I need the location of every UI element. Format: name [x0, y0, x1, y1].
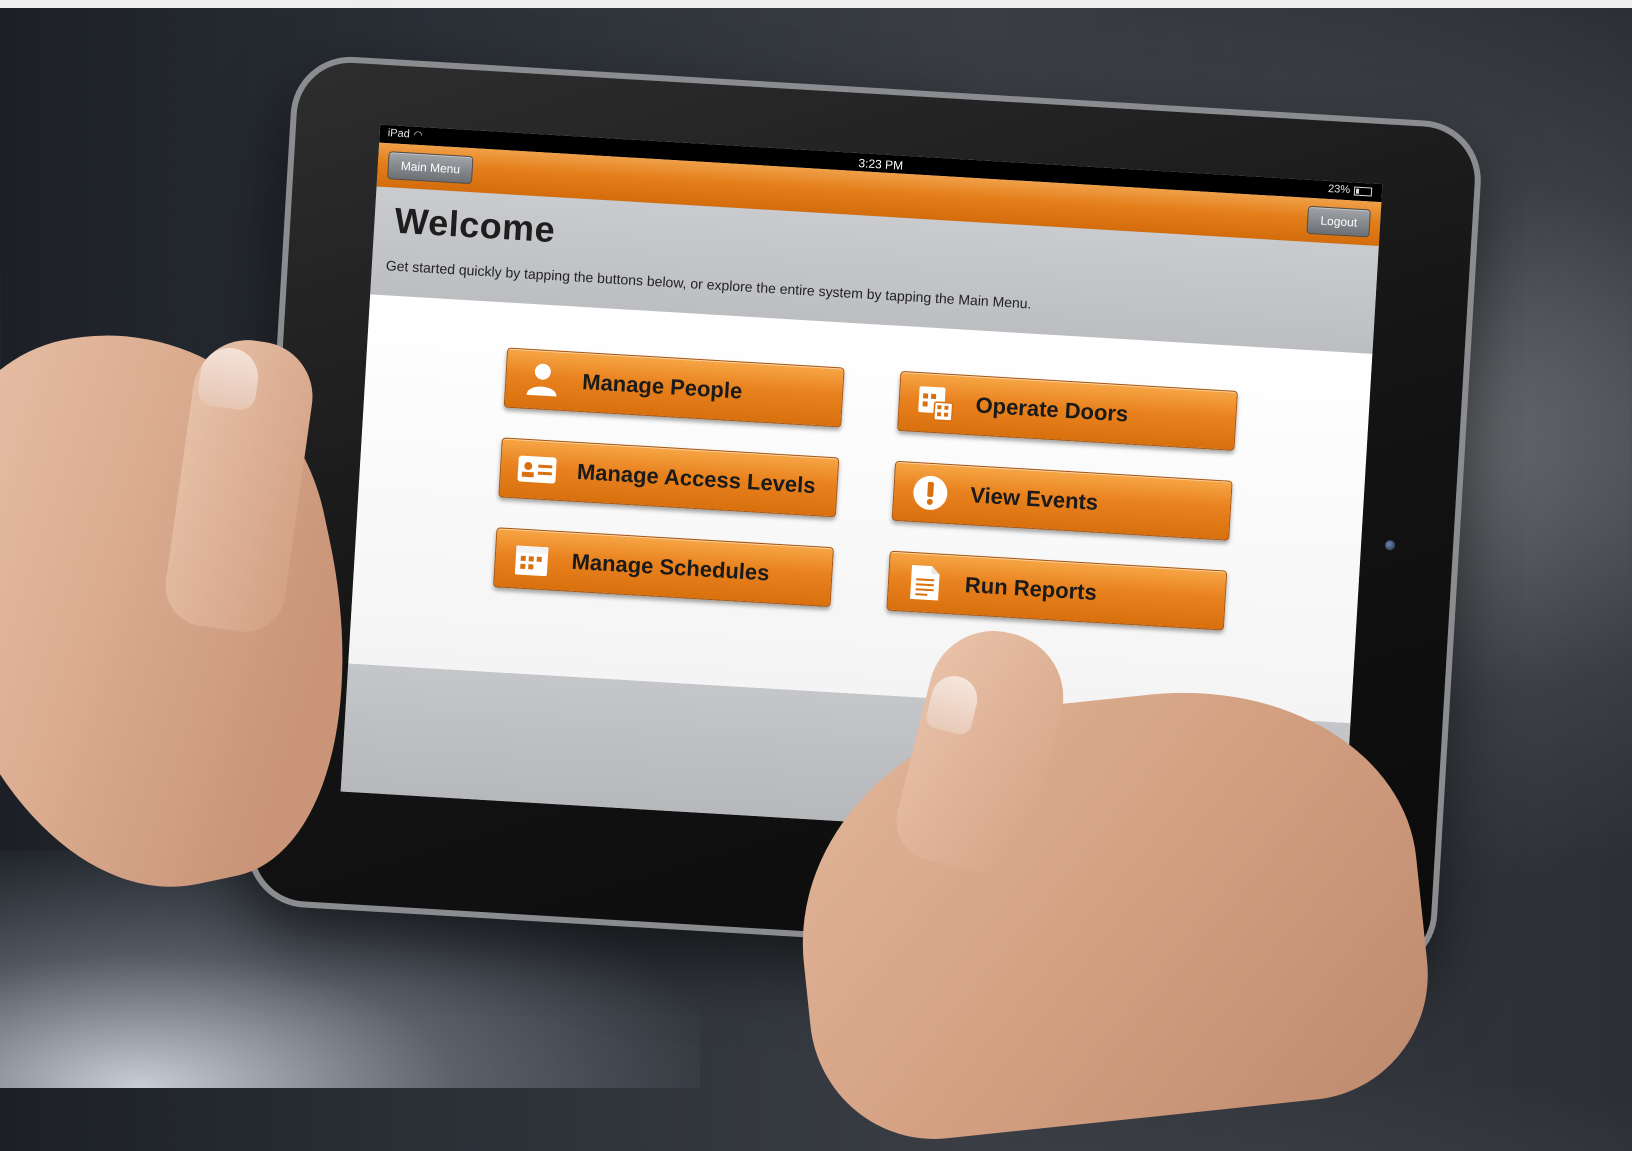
manage-access-levels-button[interactable]: Manage Access Levels: [498, 437, 840, 518]
alert-icon: [909, 472, 951, 514]
page-title: Welcome: [393, 199, 557, 251]
top-strip: [0, 0, 1632, 8]
person-icon: [521, 359, 563, 401]
button-panel: Manage People Manage Access Levels Manag…: [348, 294, 1373, 724]
camera-dot: [1384, 539, 1396, 551]
manage-people-button[interactable]: Manage People: [503, 347, 845, 428]
document-icon: [904, 562, 946, 604]
id-card-icon: [516, 448, 558, 490]
button-label: Manage Schedules: [570, 548, 771, 586]
button-label: View Events: [969, 482, 1099, 515]
button-grid: Manage People Manage Access Levels Manag…: [490, 347, 1246, 681]
calendar-icon: [511, 538, 553, 580]
button-label: Manage People: [581, 369, 743, 404]
clock: 3:23 PM: [858, 156, 904, 173]
operate-doors-button[interactable]: Operate Doors: [896, 370, 1238, 451]
button-label: Operate Doors: [974, 392, 1129, 427]
button-label: Manage Access Levels: [576, 458, 817, 499]
button-label: Run Reports: [964, 572, 1098, 605]
main-menu-button[interactable]: Main Menu: [387, 151, 474, 185]
view-events-button[interactable]: View Events: [891, 460, 1233, 541]
run-reports-button[interactable]: Run Reports: [886, 550, 1228, 631]
door-calendar-icon: [915, 382, 957, 424]
manage-schedules-button[interactable]: Manage Schedules: [493, 527, 834, 608]
logout-button[interactable]: Logout: [1306, 205, 1371, 238]
